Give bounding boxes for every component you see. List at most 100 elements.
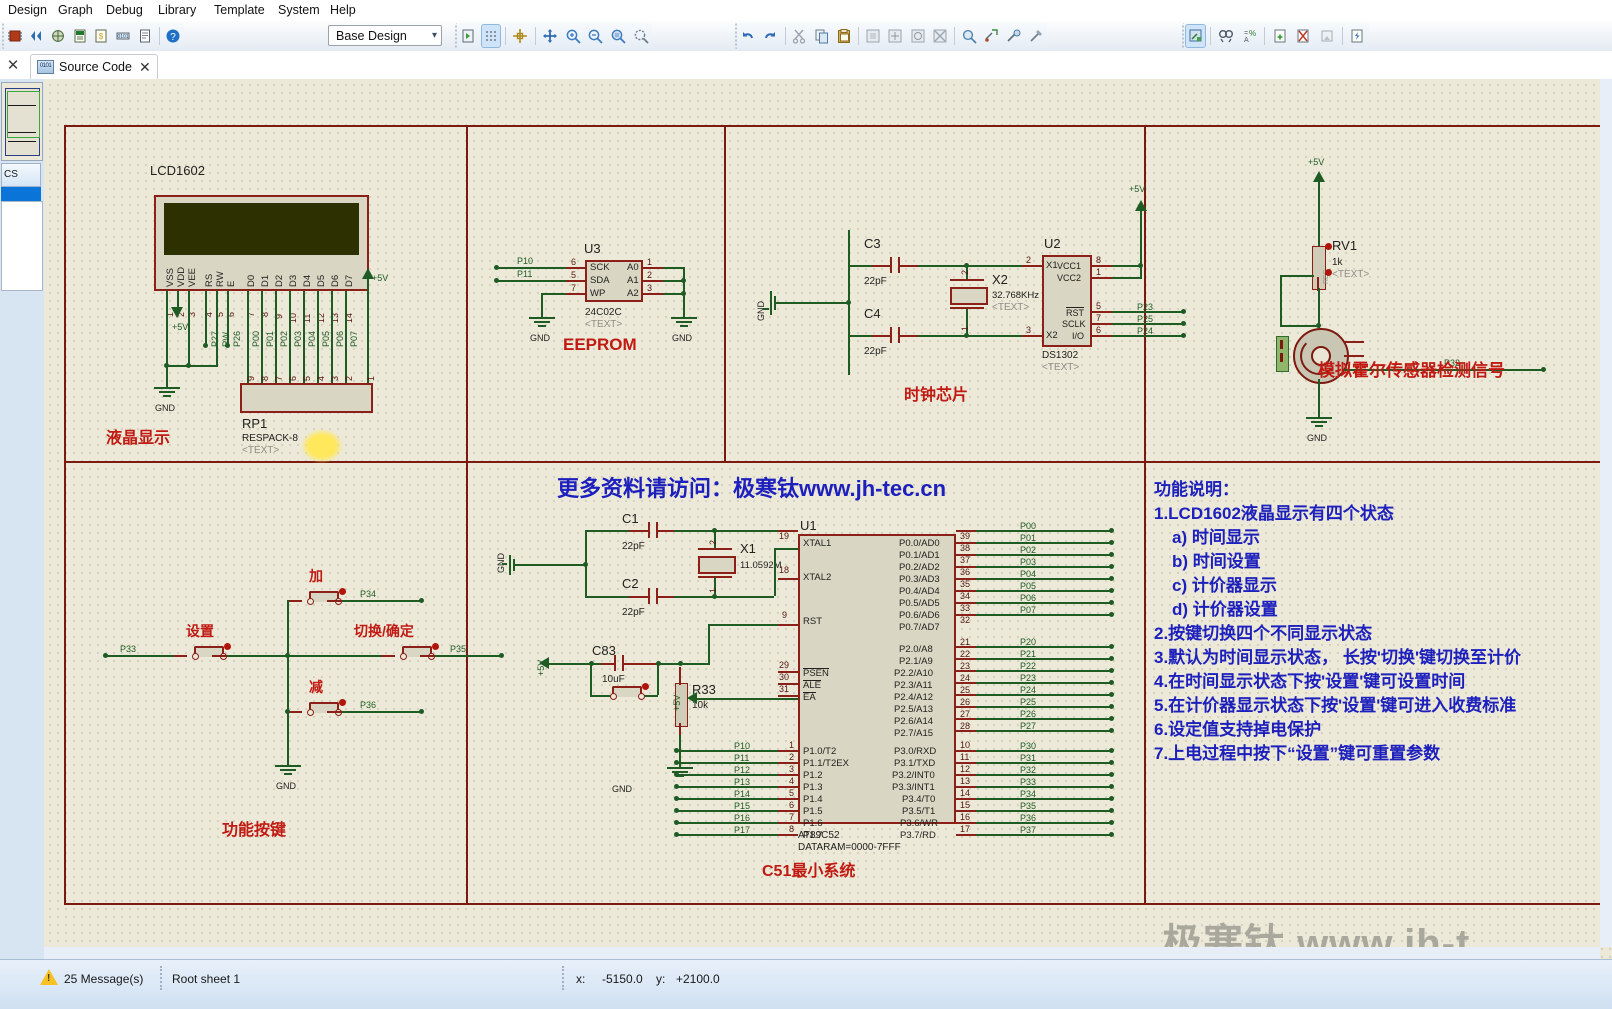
mcu-netdot-p11 bbox=[674, 760, 679, 765]
mcu-pinwire-p06 bbox=[956, 602, 976, 604]
mcu-netdot-p05 bbox=[1109, 588, 1114, 593]
help-icon[interactable]: ? bbox=[163, 24, 183, 48]
redo-icon[interactable] bbox=[760, 24, 780, 48]
object-selector-highlight[interactable] bbox=[1, 187, 41, 201]
wire-label-icon[interactable] bbox=[1185, 24, 1207, 48]
open-project-icon[interactable] bbox=[48, 24, 68, 48]
mcu-netwire-p31 bbox=[976, 762, 1112, 764]
vertical-scrollbar[interactable] bbox=[1600, 79, 1612, 947]
object-selector-header: CS bbox=[1, 163, 41, 187]
block-copy-icon[interactable] bbox=[863, 24, 883, 48]
horizontal-scrollbar[interactable] bbox=[44, 947, 1600, 959]
save-project-icon[interactable] bbox=[70, 24, 90, 48]
mcu-pinwire-p13 bbox=[778, 786, 798, 788]
new-project-icon[interactable] bbox=[5, 24, 25, 48]
copy-icon[interactable] bbox=[812, 24, 832, 48]
lcd-net-p27: P27 bbox=[210, 330, 220, 347]
refresh-icon[interactable] bbox=[458, 24, 479, 48]
menu-item-design[interactable]: Design bbox=[2, 2, 53, 19]
mcu-pinwire-psen bbox=[778, 671, 798, 673]
cut-icon[interactable] bbox=[789, 24, 809, 48]
mcu-pin-p13: P1.3 bbox=[803, 782, 823, 793]
eeprom-pin-num-3: 3 bbox=[647, 283, 653, 293]
mcu-net-p01: P01 bbox=[1020, 533, 1037, 543]
lcd-net-p06: P06 bbox=[335, 330, 345, 347]
mcu-net-p14: P14 bbox=[734, 789, 751, 799]
remove-sheet-icon[interactable] bbox=[1293, 24, 1314, 48]
lcd-wire-d4 bbox=[303, 291, 305, 383]
property-assignment-icon[interactable]: =% A bbox=[1239, 24, 1260, 48]
menu-item-system[interactable]: System bbox=[272, 2, 326, 19]
eeprom-pin-a1: A1 bbox=[627, 275, 639, 286]
menu-item-help[interactable]: Help bbox=[324, 2, 362, 19]
zoom-area-icon[interactable] bbox=[630, 24, 651, 48]
save-as-icon[interactable]: $ bbox=[92, 24, 112, 48]
mcu-pin-p31: P3.1/TXD bbox=[894, 758, 936, 769]
block-delete-icon[interactable] bbox=[930, 24, 950, 48]
mcu-pinwire-p30 bbox=[956, 750, 976, 752]
block-move-icon[interactable] bbox=[885, 24, 905, 48]
object-selector-list[interactable] bbox=[1, 201, 43, 291]
lcd-pin-name-rs: RS bbox=[204, 273, 215, 287]
close-tab-icon[interactable]: ✕ bbox=[139, 59, 151, 76]
lcd-pin-name-d2: D2 bbox=[274, 274, 285, 287]
tab-source-code[interactable]: 0101 Source Code ✕ bbox=[30, 54, 158, 79]
menu-item-graph[interactable]: Graph bbox=[52, 2, 99, 19]
menu-item-debug[interactable]: Debug bbox=[100, 2, 149, 19]
toggle-grid-icon[interactable] bbox=[480, 24, 502, 48]
block-rotate-icon[interactable] bbox=[908, 24, 928, 48]
new-sheet-icon[interactable] bbox=[1269, 24, 1290, 48]
mcu-pin-p03: P0.3/AD3 bbox=[899, 574, 940, 585]
schematic-canvas[interactable]: LCD1602 VSS VDD VEE RS RW E D0 D1 D2 D3 … bbox=[44, 79, 1612, 966]
mcu-pinwire-p34 bbox=[956, 798, 976, 800]
toolbar-divider bbox=[534, 27, 536, 45]
hall-wire-vcc bbox=[1318, 182, 1320, 246]
rtc-pin-num-2: 2 bbox=[1026, 255, 1032, 265]
rtc-pin-num-7: 7 bbox=[1096, 313, 1102, 323]
zoom-to-fit-icon[interactable] bbox=[608, 24, 629, 48]
rtc-xtal-ref: X2 bbox=[992, 272, 1008, 287]
undo-icon[interactable] bbox=[738, 24, 758, 48]
design-selector[interactable]: Base Design ▾ bbox=[328, 25, 442, 46]
mcu-pinnum-31: 31 bbox=[779, 684, 790, 694]
zoom-to-child-sheet-icon[interactable] bbox=[1316, 24, 1337, 48]
lcd-pin-name-vee: VEE bbox=[187, 267, 198, 287]
search-icon[interactable] bbox=[1215, 24, 1236, 48]
mcu-netwire-p15 bbox=[676, 810, 778, 812]
overview-preview-panel[interactable] bbox=[1, 82, 43, 161]
mcu-net-p06: P06 bbox=[1020, 593, 1037, 603]
lcd-wire-rs bbox=[205, 291, 207, 347]
menu-item-library[interactable]: Library bbox=[152, 2, 202, 19]
mcu-netdot-p30 bbox=[1109, 748, 1114, 753]
status-messages[interactable]: 25 Message(s) bbox=[64, 969, 143, 989]
pan-icon[interactable] bbox=[540, 24, 561, 48]
print-icon[interactable] bbox=[135, 24, 155, 48]
eeprom-pin-sda: SDA bbox=[590, 275, 610, 286]
mcu-ea-power-symbol bbox=[687, 692, 697, 704]
hall-connector-pin2 bbox=[1280, 353, 1283, 362]
origin-icon[interactable] bbox=[510, 24, 531, 48]
packaging-tool-icon[interactable] bbox=[1003, 24, 1023, 48]
mcu-resetbtn-left-h bbox=[590, 695, 612, 697]
rtc-c4-ref: C4 bbox=[864, 306, 881, 321]
menu-item-template[interactable]: Template bbox=[208, 2, 271, 19]
mcu-ref-label: U1 bbox=[800, 518, 817, 533]
mcu-netwire-p23 bbox=[976, 682, 1112, 684]
zoom-in-icon[interactable] bbox=[562, 24, 583, 48]
import-section-icon[interactable]: 0101 bbox=[113, 24, 133, 48]
pick-device-icon[interactable] bbox=[959, 24, 979, 48]
hall-pot-value: 1k bbox=[1332, 257, 1343, 268]
eeprom-junction-a2 bbox=[681, 291, 686, 296]
exit-to-parent-icon[interactable] bbox=[1347, 24, 1368, 48]
zoom-out-icon[interactable] bbox=[585, 24, 606, 48]
make-device-icon[interactable] bbox=[981, 24, 1001, 48]
eeprom-junction-p11 bbox=[494, 278, 499, 283]
mcu-netdot-p00 bbox=[1109, 528, 1114, 533]
mcu-pin-p23: P2.3/A11 bbox=[894, 680, 933, 691]
paste-icon[interactable] bbox=[834, 24, 854, 48]
chevron-down-icon: ▾ bbox=[431, 30, 437, 41]
close-all-tabs-icon[interactable]: ✕ bbox=[4, 56, 22, 74]
decompose-icon[interactable] bbox=[1026, 24, 1046, 48]
lcd-junction-vee bbox=[186, 363, 191, 368]
open-sample-icon[interactable] bbox=[27, 24, 47, 48]
